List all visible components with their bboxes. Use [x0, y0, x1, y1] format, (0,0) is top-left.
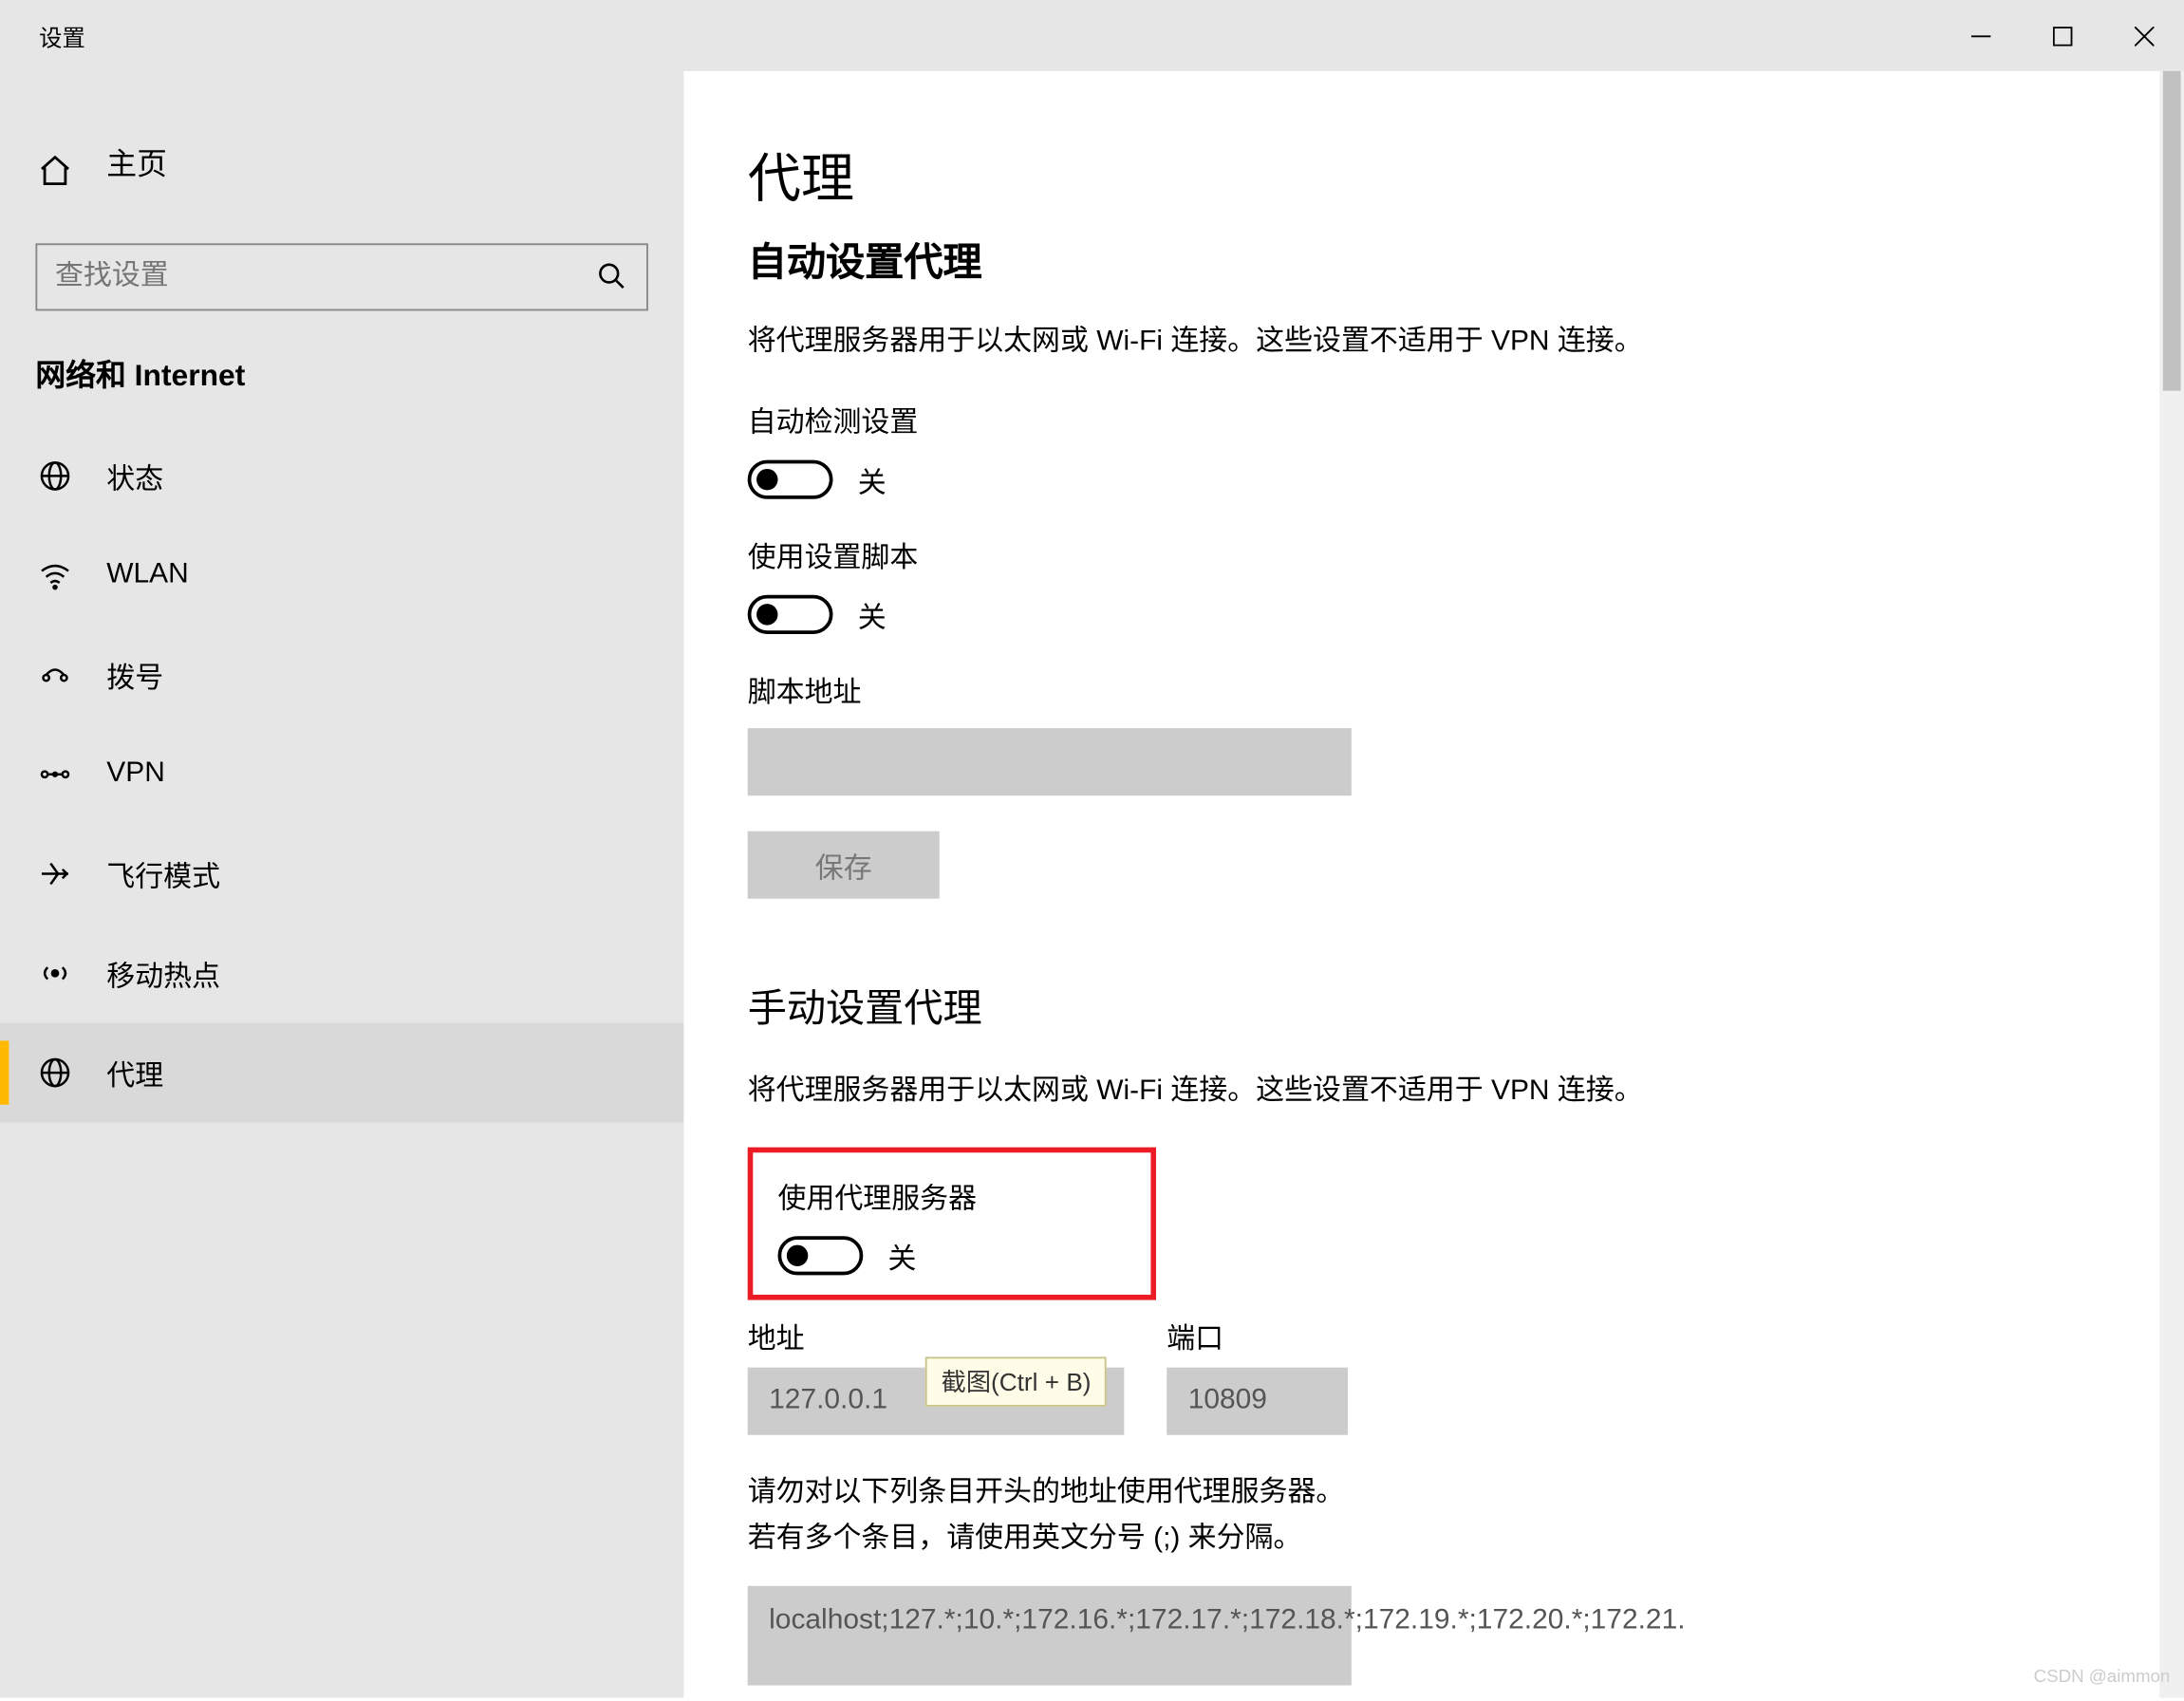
sidebar-item-label: 拨号 — [106, 654, 163, 697]
manual-proxy-heading: 手动设置代理 — [748, 977, 2120, 1034]
window-title: 设置 — [0, 19, 85, 53]
sidebar-item-label: 飞行模式 — [106, 852, 220, 895]
screenshot-tooltip: 截图(Ctrl + B) — [925, 1356, 1108, 1406]
use-script-toggle[interactable] — [748, 595, 833, 634]
script-addr-label: 脚本地址 — [748, 667, 2120, 710]
port-input[interactable] — [1167, 1368, 1348, 1435]
use-proxy-label: 使用代理服务器 — [777, 1174, 1126, 1217]
home-link[interactable]: 主页 — [0, 124, 683, 215]
scrollbar-thumb[interactable] — [2163, 71, 2181, 391]
sidebar-item-hotspot[interactable]: 移动热点 — [0, 924, 683, 1023]
vpn-icon — [35, 755, 74, 794]
sidebar-item-label: WLAN — [106, 559, 189, 591]
auto-proxy-desc: 将代理服务器用于以太网或 Wi-Fi 连接。这些设置不适用于 VPN 连接。 — [748, 316, 2120, 359]
sidebar: 主页 网络和 Internet 状态 WLAN 拨号 — [0, 71, 683, 1698]
highlight-box: 使用代理服务器 关 — [748, 1148, 1156, 1300]
titlebar: 设置 — [0, 0, 2184, 71]
use-proxy-state: 关 — [888, 1234, 917, 1277]
addr-label: 地址 — [748, 1315, 1125, 1357]
sidebar-item-proxy[interactable]: 代理 — [0, 1023, 683, 1123]
close-button[interactable] — [2102, 0, 2184, 71]
scrollbar[interactable] — [2159, 71, 2184, 1698]
use-proxy-toggle[interactable] — [777, 1236, 863, 1275]
search-icon — [597, 261, 629, 293]
home-icon — [35, 150, 74, 189]
auto-proxy-heading: 自动设置代理 — [748, 231, 2120, 288]
hotspot-icon — [35, 954, 74, 993]
wifi-icon — [35, 556, 74, 595]
bypass-input[interactable]: localhost;127.*;10.*;172.16.*;172.17.*;1… — [748, 1586, 1352, 1686]
proxy-icon — [35, 1054, 74, 1093]
auto-detect-state: 关 — [858, 458, 887, 501]
watermark: CSDN @aimmon — [2034, 1668, 2171, 1688]
use-script-state: 关 — [858, 593, 887, 636]
sidebar-item-label: 状态 — [106, 455, 163, 497]
auto-detect-toggle[interactable] — [748, 460, 833, 499]
dialup-icon — [35, 655, 74, 694]
sidebar-section-title: 网络和 Internet — [0, 350, 683, 426]
airplane-icon — [35, 854, 74, 893]
port-label: 端口 — [1167, 1315, 1348, 1357]
home-label: 主页 — [106, 139, 167, 183]
use-script-label: 使用设置脚本 — [748, 533, 2120, 575]
content-area: 代理 自动设置代理 将代理服务器用于以太网或 Wi-Fi 连接。这些设置不适用于… — [683, 71, 2184, 1698]
bypass-desc: 请勿对以下列条目开头的地址使用代理服务器。若有多个条目，请使用英文分号 (;) … — [748, 1470, 1352, 1561]
search-input[interactable] — [55, 261, 597, 293]
auto-detect-label: 自动检测设置 — [748, 398, 2120, 440]
script-addr-input[interactable] — [748, 728, 1352, 795]
manual-proxy-desc: 将代理服务器用于以太网或 Wi-Fi 连接。这些设置不适用于 VPN 连接。 — [748, 1066, 2120, 1109]
sidebar-item-airplane[interactable]: 飞行模式 — [0, 824, 683, 924]
sidebar-item-status[interactable]: 状态 — [0, 426, 683, 526]
sidebar-item-wlan[interactable]: WLAN — [0, 526, 683, 626]
maximize-button[interactable] — [2021, 0, 2102, 71]
search-box[interactable] — [35, 243, 647, 310]
sidebar-item-dialup[interactable]: 拨号 — [0, 626, 683, 725]
sidebar-item-label: 代理 — [106, 1052, 163, 1094]
page-title: 代理 — [748, 135, 2120, 213]
sidebar-item-vpn[interactable]: VPN — [0, 724, 683, 824]
minimize-button[interactable] — [1939, 0, 2021, 71]
sidebar-item-label: 移动热点 — [106, 952, 220, 995]
sidebar-item-label: VPN — [106, 758, 165, 791]
globe-icon — [35, 457, 74, 495]
save-button[interactable]: 保存 — [748, 832, 940, 899]
